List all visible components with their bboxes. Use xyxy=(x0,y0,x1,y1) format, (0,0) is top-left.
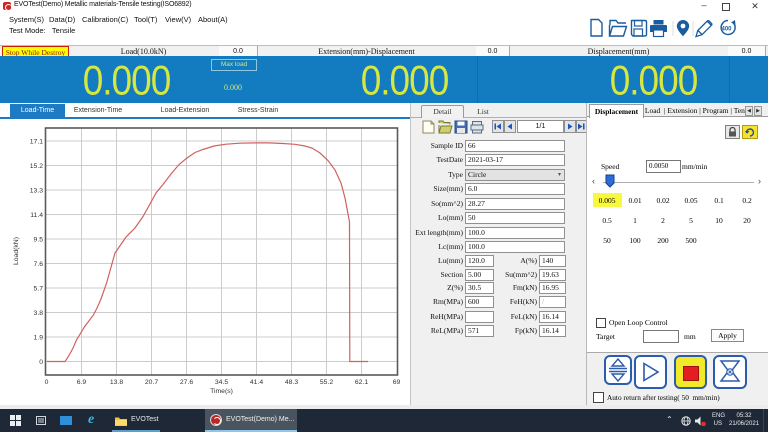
svg-text:48.3: 48.3 xyxy=(285,379,298,386)
svg-text:41.4: 41.4 xyxy=(250,379,263,386)
svg-text:5.7: 5.7 xyxy=(34,286,44,293)
svg-text:3.8: 3.8 xyxy=(34,310,44,317)
svg-text:20.7: 20.7 xyxy=(145,379,158,386)
svg-text:0: 0 xyxy=(39,359,43,366)
svg-text:34.5: 34.5 xyxy=(215,379,228,386)
svg-text:7.6: 7.6 xyxy=(34,261,44,268)
svg-text:17.1: 17.1 xyxy=(30,139,43,146)
svg-text:9.5: 9.5 xyxy=(34,237,44,244)
svg-text:62.1: 62.1 xyxy=(355,379,368,386)
svg-text:13.8: 13.8 xyxy=(110,379,123,386)
svg-text:0: 0 xyxy=(45,379,49,386)
svg-text:1.9: 1.9 xyxy=(34,335,44,342)
svg-text:55.2: 55.2 xyxy=(320,379,333,386)
svg-text:27.6: 27.6 xyxy=(180,379,193,386)
svg-text:400: 400 xyxy=(722,27,733,33)
svg-text:6.9: 6.9 xyxy=(77,379,87,386)
svg-text:Load(kN): Load(kN) xyxy=(13,237,20,265)
svg-text:Time(s): Time(s) xyxy=(210,388,233,395)
svg-text:11.4: 11.4 xyxy=(30,212,43,219)
svg-text:69: 69 xyxy=(393,379,401,386)
svg-text:15.2: 15.2 xyxy=(30,163,43,170)
svg-text:13.3: 13.3 xyxy=(30,188,43,195)
